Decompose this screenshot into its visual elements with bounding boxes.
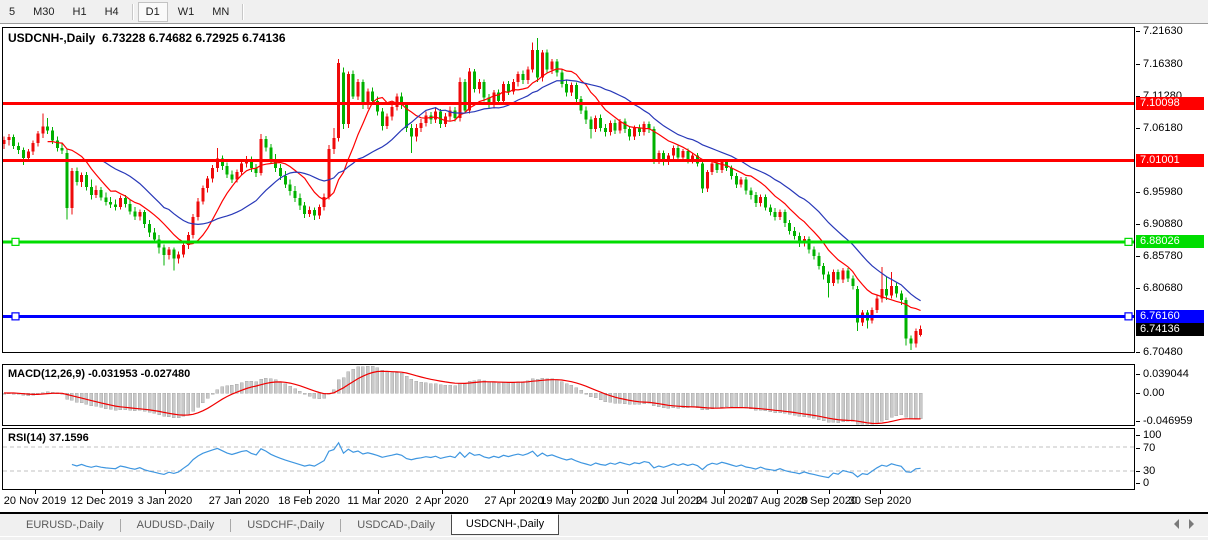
time-axis-tick (880, 490, 881, 494)
rsi-axis-label: 30 (1143, 466, 1155, 477)
price-axis-tick (1136, 288, 1140, 289)
time-axis-tick (514, 490, 515, 494)
price-axis-tick (1136, 192, 1140, 193)
timeframe-button-mn[interactable]: MN (204, 2, 237, 22)
tab-scroll-arrows (1174, 519, 1194, 529)
time-axis-label: 19 May 2020 (540, 495, 604, 507)
main-chart-canvas[interactable] (3, 28, 1134, 352)
macd-axis-label: 0.039044 (1143, 369, 1189, 380)
chart-tab-eurusd[interactable]: EURUSD-,Daily (10, 516, 120, 534)
price-axis-label: 6.80680 (1143, 283, 1183, 294)
macd-axis-label: -0.046959 (1143, 416, 1193, 427)
time-axis-tick (165, 490, 166, 494)
time-axis-tick (777, 490, 778, 494)
time-axis-label: 3 Jan 2020 (138, 495, 192, 507)
price-level-label-6.88026: 6.88026 (1136, 235, 1204, 248)
hline-handle[interactable] (12, 313, 19, 320)
time-axis-label: 10 Jun 2020 (597, 495, 658, 507)
price-axis-tick (1136, 31, 1140, 32)
time-axis-tick (677, 490, 678, 494)
time-axis-tick (572, 490, 573, 494)
main-chart-panel[interactable]: USDCNH-,Daily 6.73228 6.74682 6.72925 6.… (2, 27, 1135, 353)
macd-indicator-label: MACD(12,26,9) -0.031953 -0.027480 (8, 368, 190, 380)
macd-panel[interactable]: MACD(12,26,9) -0.031953 -0.027480 (2, 364, 1135, 426)
current-price-label: 6.74136 (1136, 323, 1204, 336)
rsi-axis-label: 100 (1143, 430, 1161, 441)
time-axis-tick (102, 490, 103, 494)
timeframe-button-d1[interactable]: D1 (138, 2, 168, 22)
time-axis-label: 30 Sep 2020 (849, 495, 911, 507)
price-level-label-6.76160: 6.76160 (1136, 310, 1204, 323)
price-axis-tick (1136, 224, 1140, 225)
chart-ohlc-title: USDCNH-,Daily 6.73228 6.74682 6.72925 6.… (8, 31, 286, 45)
price-axis-tick (1136, 256, 1140, 257)
timeframe-button-h4[interactable]: H4 (97, 2, 127, 22)
toolbar-separator (132, 4, 133, 20)
macd-axis-tick (1136, 374, 1140, 375)
time-axis-label: 20 Nov 2019 (4, 495, 66, 507)
rsi-axis-tick (1136, 483, 1140, 484)
price-axis-tick (1136, 64, 1140, 65)
price-axis-label: 6.85780 (1143, 251, 1183, 262)
time-axis-tick (378, 490, 379, 494)
time-axis-label: 27 Apr 2020 (484, 495, 543, 507)
time-axis-tick (724, 490, 725, 494)
timeframe-toolbar: 5M30H1H4 D1W1MN (0, 0, 1208, 24)
rsi-axis-label: 0 (1143, 478, 1149, 489)
tab-scroll-left-icon[interactable] (1174, 519, 1179, 529)
rsi-panel[interactable]: RSI(14) 37.1596 (2, 428, 1135, 490)
time-axis-label: 18 Feb 2020 (278, 495, 340, 507)
rsi-axis-label: 70 (1143, 443, 1155, 454)
macd-axis-tick (1136, 393, 1140, 394)
timeframe-button-5[interactable]: 5 (1, 2, 23, 22)
price-level-label-7.01001: 7.01001 (1136, 154, 1204, 167)
time-axis-label: 2 Apr 2020 (415, 495, 468, 507)
toolbar-separator (242, 4, 243, 20)
hline-handle[interactable] (1125, 313, 1132, 320)
price-axis-label: 7.06180 (1143, 123, 1183, 134)
chart-tab-usdcad[interactable]: USDCAD-,Daily (341, 516, 451, 534)
status-strip (0, 536, 1208, 540)
time-axis-tick (35, 490, 36, 494)
rsi-canvas[interactable] (3, 429, 1134, 489)
tab-scroll-right-icon[interactable] (1189, 519, 1194, 529)
time-axis-tick (627, 490, 628, 494)
hline-handle[interactable] (1125, 238, 1132, 245)
trading-platform-window: 5M30H1H4 D1W1MN USDCNH-,Daily 6.73228 6.7… (0, 0, 1208, 540)
time-axis-label: 24 Jul 2020 (696, 495, 753, 507)
time-axis-label: 11 Mar 2020 (348, 495, 409, 507)
price-axis-tick (1136, 352, 1140, 353)
timeframe-button-m30[interactable]: M30 (25, 2, 62, 22)
time-axis-tick (442, 490, 443, 494)
price-axis-label: 7.21630 (1143, 26, 1183, 37)
time-axis-tick (829, 490, 830, 494)
chart-tab-usdcnh[interactable]: USDCNH-,Daily (451, 514, 559, 535)
price-axis-label: 7.16380 (1143, 59, 1183, 70)
rsi-indicator-label: RSI(14) 37.1596 (8, 432, 89, 444)
time-axis-label: 12 Dec 2019 (71, 495, 133, 507)
rsi-axis-tick (1136, 435, 1140, 436)
price-axis-label: 6.70480 (1143, 347, 1183, 358)
macd-axis-label: 0.00 (1143, 388, 1164, 399)
time-axis-label: 17 Aug 2020 (746, 495, 808, 507)
rsi-axis-tick (1136, 471, 1140, 472)
chart-tabs-bar: EURUSD-,DailyAUDUSD-,DailyUSDCHF-,DailyU… (0, 514, 1208, 536)
rsi-axis-tick (1136, 448, 1140, 449)
time-axis-label: 27 Jan 2020 (209, 495, 270, 507)
timeframe-button-h1[interactable]: H1 (65, 2, 95, 22)
chart-tab-usdchf[interactable]: USDCHF-,Daily (231, 516, 340, 534)
price-axis-label: 6.90880 (1143, 219, 1183, 230)
time-axis-tick (309, 490, 310, 494)
price-level-label-7.10098: 7.10098 (1136, 97, 1204, 110)
time-axis-tick (239, 490, 240, 494)
chart-tab-audusd[interactable]: AUDUSD-,Daily (121, 516, 231, 534)
macd-axis-tick (1136, 421, 1140, 422)
hline-handle[interactable] (12, 238, 19, 245)
timeframe-button-w1[interactable]: W1 (170, 2, 203, 22)
price-axis-label: 6.95980 (1143, 187, 1183, 198)
price-axis-tick (1136, 128, 1140, 129)
